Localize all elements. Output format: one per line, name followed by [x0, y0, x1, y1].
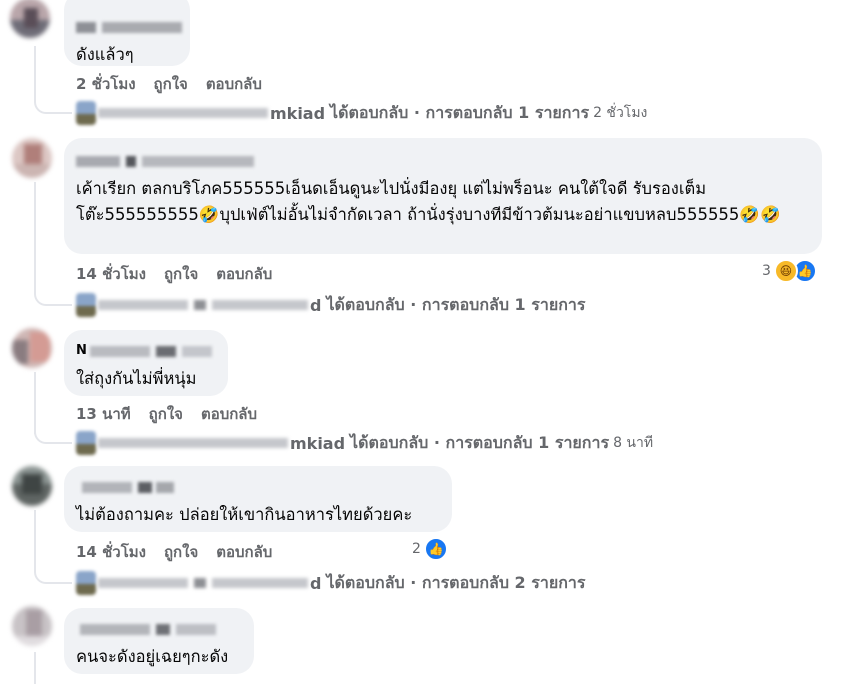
- comment-text: ดังแล้วๆ: [76, 45, 134, 64]
- comment-text: คนจะดังอยู่เฉยๆกะดัง: [76, 647, 229, 666]
- reply-summary-text: ได้ตอบกลับ · การตอบกลับ 1 รายการ: [330, 102, 590, 122]
- comment-bubble: ดังแล้วๆ: [64, 0, 190, 66]
- comment-time[interactable]: 14 ชั่วโมง: [76, 262, 146, 286]
- reply-button[interactable]: ตอบกลับ: [201, 402, 257, 426]
- comment-actions: 2 ชั่วโมง ถูกใจ ตอบกลับ: [76, 72, 262, 96]
- comment-time[interactable]: 14 ชั่วโมง: [76, 540, 146, 564]
- replier-avatar: [76, 571, 96, 595]
- comment-bubble: เค้าเรียก ตลกบริโภค555555เอ็นดเอ็นดูนะไป…: [64, 138, 822, 254]
- comment-bubble: คนจะดังอยู่เฉยๆกะดัง: [64, 608, 254, 674]
- reaction-summary[interactable]: 3 😆 👍: [762, 259, 817, 283]
- reply-button[interactable]: ตอบกลับ: [216, 540, 272, 564]
- reply-button[interactable]: ตอบกลับ: [216, 262, 272, 286]
- thread-connector: [34, 286, 72, 306]
- like-button[interactable]: ถูกใจ: [164, 262, 198, 286]
- reaction-summary[interactable]: 2 👍: [412, 537, 448, 561]
- replier-name-redacted: [98, 435, 290, 451]
- author-name-redacted[interactable]: [76, 20, 182, 36]
- reply-time: 2 ชั่วโมง: [593, 105, 648, 121]
- reply-time: 8 นาที: [613, 435, 654, 451]
- like-button[interactable]: ถูกใจ: [149, 402, 183, 426]
- reply-summary-text: ได้ตอบกลับ · การตอบกลับ 2 รายการ: [326, 572, 586, 592]
- avatar[interactable]: [12, 606, 52, 646]
- thread-connector: [34, 564, 72, 584]
- replier-name-fragment: d: [310, 295, 322, 315]
- like-button[interactable]: ถูกใจ: [164, 540, 198, 564]
- reply-summary-text: ได้ตอบกลับ · การตอบกลับ 1 รายการ: [326, 294, 586, 314]
- replier-avatar: [76, 101, 96, 125]
- replier-name-fragment: d: [310, 573, 322, 593]
- replier-name-fragment: mkiad: [270, 103, 326, 123]
- reply-button[interactable]: ตอบกลับ: [206, 72, 262, 96]
- comment-time[interactable]: 13 นาที: [76, 402, 131, 426]
- view-replies-link[interactable]: mkiad ได้ตอบกลับ · การตอบกลับ 1 รายการ 8…: [76, 430, 653, 456]
- replier-name-redacted: [98, 105, 270, 121]
- view-replies-link[interactable]: mkiad ได้ตอบกลับ · การตอบกลับ 1 รายการ 2…: [76, 100, 647, 126]
- replier-avatar: [76, 431, 96, 455]
- replier-name-fragment: mkiad: [290, 433, 346, 453]
- avatar[interactable]: [12, 328, 52, 368]
- comment-actions: 13 นาที ถูกใจ ตอบกลับ: [76, 402, 257, 426]
- replier-name-redacted: [98, 297, 310, 313]
- like-reaction-icon: 👍: [423, 537, 448, 561]
- reply-summary-text: ได้ตอบกลับ · การตอบกลับ 1 รายการ: [350, 432, 610, 452]
- comment-actions: 14 ชั่วโมง ถูกใจ ตอบกลับ: [76, 540, 272, 564]
- thread-line: [34, 652, 36, 684]
- reaction-count: 3: [762, 263, 771, 279]
- author-name-redacted[interactable]: [76, 154, 810, 170]
- comment-text: ใส่ถุงกันไม่พี่หนุ่ม: [76, 369, 197, 388]
- avatar[interactable]: [10, 0, 50, 38]
- comment-text: เค้าเรียก ตลกบริโภค555555เอ็นดเอ็นดูนะไป…: [76, 179, 781, 224]
- thread-connector: [34, 94, 72, 114]
- comment-actions: 14 ชั่วโมง ถูกใจ ตอบกลับ: [76, 262, 272, 286]
- author-name-redacted[interactable]: [76, 622, 242, 638]
- author-initial: N: [76, 343, 87, 358]
- author-name-redacted[interactable]: [76, 480, 440, 496]
- comment-bubble: N ใส่ถุงกันไม่พี่หนุ่ม: [64, 330, 228, 396]
- avatar[interactable]: [12, 138, 52, 178]
- thread-connector: [34, 424, 72, 444]
- comment-bubble: ไม่ต้องถามคะ ปล่อยให้เขากินอาหารไทยด้วยค…: [64, 466, 452, 532]
- replier-name-redacted: [98, 575, 310, 591]
- like-button[interactable]: ถูกใจ: [154, 72, 188, 96]
- view-replies-link[interactable]: d ได้ตอบกลับ · การตอบกลับ 1 รายการ: [76, 292, 589, 318]
- avatar[interactable]: [12, 466, 52, 506]
- replier-avatar: [76, 293, 96, 317]
- view-replies-link[interactable]: d ได้ตอบกลับ · การตอบกลับ 2 รายการ: [76, 570, 589, 596]
- author-name-redacted[interactable]: N: [76, 343, 216, 360]
- reaction-count: 2: [412, 541, 421, 557]
- comment-text: ไม่ต้องถามคะ ปล่อยให้เขากินอาหารไทยด้วยค…: [76, 505, 413, 524]
- comment-time[interactable]: 2 ชั่วโมง: [76, 72, 136, 96]
- thread-line: [34, 510, 36, 572]
- thread-line: [34, 182, 36, 294]
- haha-reaction-icon: 😆: [773, 259, 798, 283]
